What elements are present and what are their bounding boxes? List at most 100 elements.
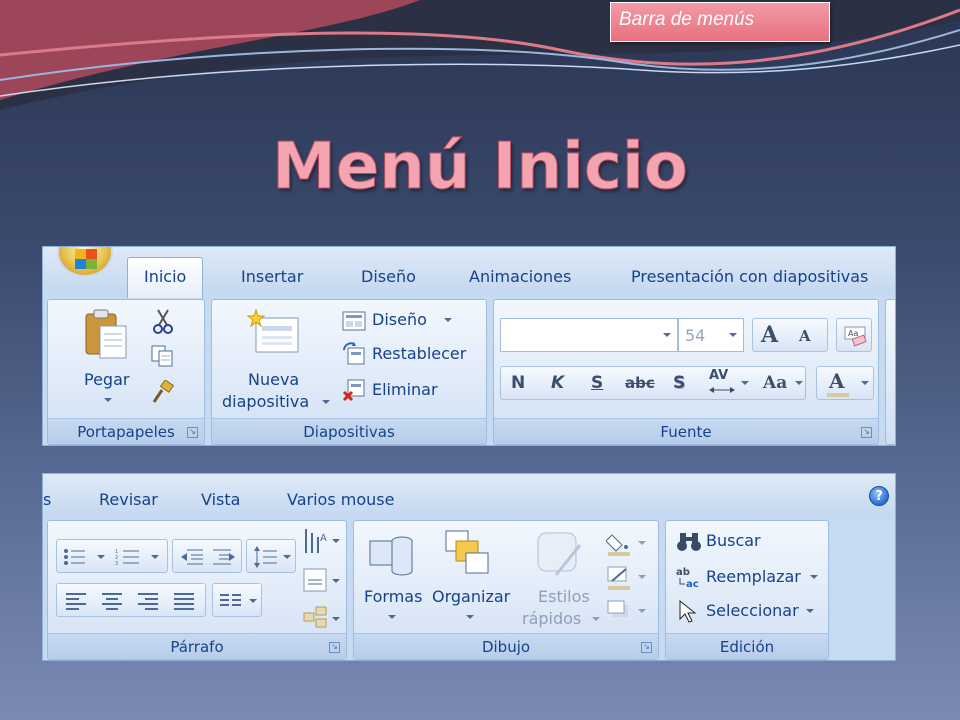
tab-partial[interactable]: s [43,490,51,509]
binoculars-icon [677,533,701,551]
shape-outline-icon[interactable] [606,565,650,591]
tab-animaciones[interactable]: Animaciones [469,267,571,286]
arrange-dropdown-arrow[interactable] [466,615,474,619]
clear-format-button[interactable]: Aa [836,318,872,352]
grow-font-button[interactable]: A [761,322,778,348]
strikethrough-button[interactable]: abc [625,374,655,392]
font-color-button[interactable]: A [816,366,874,400]
shape-effects-icon[interactable] [606,599,650,625]
tab-revisar[interactable]: Revisar [99,490,158,509]
layout-dropdown-arrow[interactable] [444,318,452,322]
page-title: Menú Inicio [272,130,689,205]
group-label-portapapeles: Portapapeles [48,418,204,444]
shadow-button[interactable]: S [673,373,685,393]
shapes-dropdown-arrow[interactable] [388,615,396,619]
numbering-icon[interactable]: 123 [115,548,163,566]
smartart-icon[interactable] [302,605,342,633]
italic-button[interactable]: K [551,373,564,393]
delete-slide-icon [342,379,365,402]
parrafo-launcher-icon[interactable]: ↘ [329,642,340,653]
font-name-dropdown-arrow[interactable] [663,333,671,337]
align-left-icon[interactable] [65,592,87,610]
new-slide-label-line1[interactable]: Nueva [248,370,299,389]
arrange-button-label[interactable]: Organizar [432,587,510,606]
decrease-indent-icon[interactable] [179,548,205,566]
paste-dropdown-arrow[interactable] [104,398,112,402]
bullets-icon[interactable] [63,548,107,566]
group-diapositivas: Nueva diapositiva Diseño Restablecer Eli… [211,299,487,445]
line-spacing-button[interactable] [246,539,296,573]
tab-presentacion[interactable]: Presentación con diapositivas [631,267,868,286]
list-buttons: 123 [56,539,168,573]
text-direction-icon[interactable]: A [302,527,342,555]
paste-button-label[interactable]: Pegar [84,370,129,389]
replace-dropdown-arrow[interactable] [810,575,818,579]
diapositivas-label: Diapositivas [303,423,395,441]
font-size-dropdown-arrow[interactable] [729,333,737,337]
quick-styles-label-line2[interactable]: rápidos [522,609,581,628]
scissors-icon[interactable] [152,308,174,334]
layout-button-label[interactable]: Diseño [372,310,427,329]
font-size-combo[interactable]: 54 [678,318,744,352]
bold-button[interactable]: N [511,373,525,393]
tab-varios-mouse[interactable]: Varios mouse [287,490,394,509]
tab-insertar[interactable]: Insertar [241,267,303,286]
tab-vista[interactable]: Vista [201,490,240,509]
shapes-icon [369,536,413,576]
help-icon[interactable]: ? [869,486,889,506]
tab-inicio[interactable]: Inicio [127,257,204,298]
character-spacing-button[interactable]: AV [709,368,728,383]
indent-buttons [172,539,242,573]
font-color-dropdown-arrow[interactable] [861,381,869,385]
align-text-icon[interactable] [302,567,342,595]
font-color-letter: A [829,369,845,393]
justify-icon[interactable] [173,592,195,610]
copy-icon[interactable] [150,344,174,368]
portapapeles-launcher-icon[interactable]: ↘ [187,427,198,438]
align-center-icon[interactable] [101,592,123,610]
columns-button[interactable] [212,583,262,617]
font-size-grow-shrink-buttons: A A [752,318,828,352]
reset-button-label[interactable]: Restablecer [372,344,466,363]
select-button-label[interactable]: Seleccionar [706,601,799,620]
svg-text:ac: ac [686,579,699,589]
select-dropdown-arrow[interactable] [806,609,814,613]
quick-styles-label-line1[interactable]: Estilos [538,587,590,606]
increase-indent-icon[interactable] [211,548,237,566]
tab-diseno[interactable]: Diseño [361,267,416,286]
arrange-icon [445,530,489,574]
font-format-toolbar: N K S abc S AV Aa [500,366,806,400]
change-case-dropdown-arrow[interactable] [795,381,803,385]
delete-button-label[interactable]: Eliminar [372,380,438,399]
paste-icon [85,309,127,359]
underline-button[interactable]: S [591,373,603,393]
group-label-fuente: Fuente [494,418,878,444]
dibujo-label: Dibujo [481,638,531,656]
align-right-icon[interactable] [137,592,159,610]
replace-button-label[interactable]: Reemplazar [706,567,801,586]
change-case-button[interactable]: Aa [763,373,787,393]
font-size-value: 54 [685,326,706,345]
group-label-parrafo: Párrafo [48,633,346,659]
spacing-arrows-icon [709,387,735,393]
shapes-button-label[interactable]: Formas [364,587,422,606]
group-label-edicion: Edición [666,633,828,659]
new-slide-label-line2[interactable]: diapositiva [222,392,309,411]
office-button[interactable] [57,247,113,277]
find-button-label[interactable]: Buscar [706,531,761,550]
shape-fill-icon[interactable] [606,531,650,557]
dibujo-launcher-icon[interactable]: ↘ [641,642,652,653]
font-name-combo[interactable] [500,318,678,352]
font-color-swatch [827,393,849,397]
ribbon-bottom: s Revisar Vista Varios mouse ? 123 A Pár… [42,473,896,661]
format-painter-icon[interactable] [150,380,176,406]
svg-text:3: 3 [115,561,118,566]
quick-styles-dropdown-arrow[interactable] [592,617,600,621]
menu-bar-callout: Barra de menús [610,2,830,42]
fuente-launcher-icon[interactable]: ↘ [861,427,872,438]
new-slide-dropdown-arrow[interactable] [322,400,330,404]
shrink-font-button[interactable]: A [799,327,811,345]
spacing-dropdown-arrow[interactable] [741,381,749,385]
line-spacing-icon [254,546,291,568]
group-parrafo-partial [885,299,895,445]
